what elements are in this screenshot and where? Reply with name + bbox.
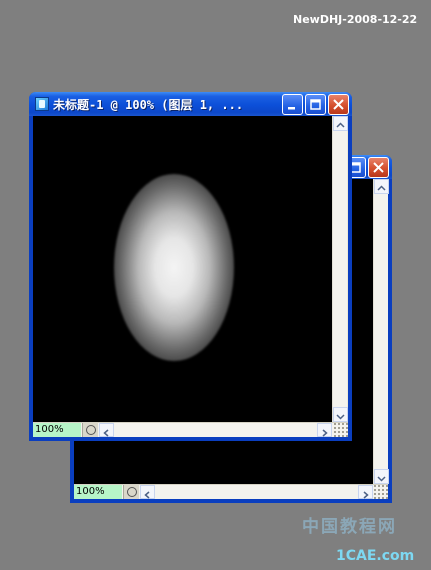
scroll-left-icon [103, 429, 109, 437]
horizontal-scrollbar[interactable] [140, 485, 373, 499]
vertical-scrollbar[interactable] [332, 116, 348, 422]
scroll-up-icon [336, 122, 345, 128]
resize-grip-icon[interactable] [333, 422, 348, 437]
close-icon [333, 99, 344, 110]
blurred-ellipse-shape [114, 174, 234, 361]
vertical-scrollbar[interactable] [373, 179, 389, 484]
scroll-left-button[interactable] [140, 485, 155, 499]
date-stamp: NewDHJ-2008-12-22 [293, 13, 418, 26]
maximize-button[interactable] [305, 94, 326, 115]
navigator-icon[interactable] [82, 423, 98, 437]
scroll-right-icon [322, 429, 328, 437]
scroll-up-button[interactable] [333, 116, 348, 131]
scroll-up-button[interactable] [374, 179, 389, 194]
window-body: 100% [33, 116, 348, 437]
close-icon [373, 162, 384, 173]
scroll-right-icon [363, 491, 369, 499]
status-bar: 100% [74, 484, 388, 499]
minimize-icon [288, 107, 295, 110]
maximize-icon [310, 99, 321, 110]
scroll-down-button[interactable] [374, 469, 389, 484]
watermark-site-name: 中国教程网 [302, 517, 397, 537]
scroll-down-button[interactable] [333, 407, 348, 422]
scroll-left-icon [144, 491, 150, 499]
scroll-left-button[interactable] [99, 423, 114, 437]
close-button[interactable] [368, 157, 389, 178]
zoom-level-field[interactable]: 100% [74, 485, 122, 499]
navigator-icon[interactable] [123, 485, 139, 499]
status-bar: 100% [33, 422, 348, 437]
watermark-url: 1CAE.com [336, 548, 415, 564]
document-window-front[interactable]: 未标题-1 @ 100% (图层 1, ... 100% [29, 92, 352, 441]
scroll-right-button[interactable] [317, 423, 332, 437]
minimize-button[interactable] [282, 94, 303, 115]
scroll-up-icon [377, 185, 386, 191]
document-icon[interactable] [35, 97, 49, 111]
image-canvas[interactable] [33, 116, 332, 422]
zoom-level-field[interactable]: 100% [33, 423, 81, 437]
scroll-right-button[interactable] [358, 485, 373, 499]
title-bar[interactable]: 未标题-1 @ 100% (图层 1, ... [29, 92, 352, 116]
horizontal-scrollbar[interactable] [99, 423, 332, 437]
window-title: 未标题-1 @ 100% (图层 1, ... [53, 98, 244, 112]
resize-grip-icon[interactable] [373, 484, 388, 499]
close-button[interactable] [328, 94, 349, 115]
